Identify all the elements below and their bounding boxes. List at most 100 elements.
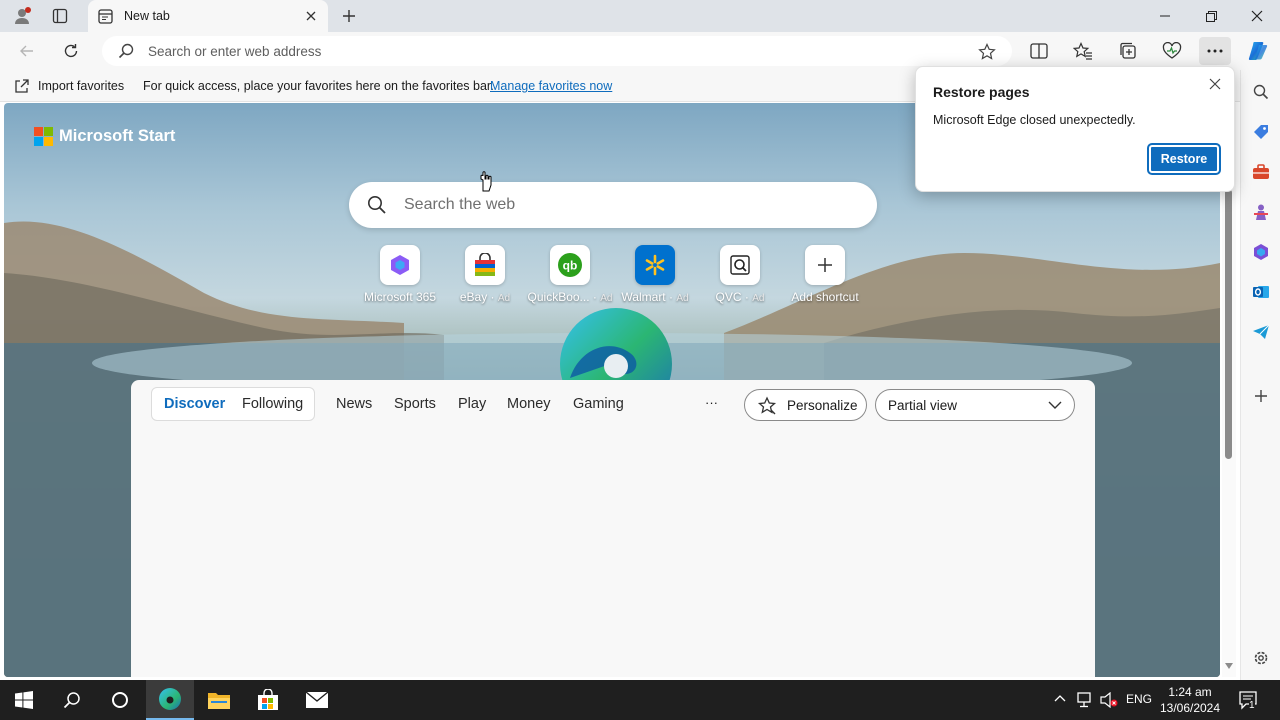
minimize-icon[interactable] xyxy=(1142,0,1188,32)
mail-icon[interactable] xyxy=(293,680,341,720)
shortcut-microsoft-365[interactable]: Microsoft 365 xyxy=(352,245,448,304)
taskbar-edge-icon[interactable] xyxy=(146,680,194,720)
file-explorer-icon[interactable] xyxy=(195,680,243,720)
network-icon[interactable] xyxy=(1076,692,1094,708)
shortcut-label: QVC xyxy=(715,290,742,304)
brand-name: Microsoft Start xyxy=(59,127,176,145)
tab-news[interactable]: News xyxy=(336,396,372,412)
notification-count-badge: 1 xyxy=(1249,700,1255,711)
sidebar-settings-gear-icon[interactable] xyxy=(1247,644,1275,672)
plus-icon xyxy=(805,245,845,285)
import-favorites-label: Import favorites xyxy=(38,79,125,93)
view-mode-value: Partial view xyxy=(888,398,958,413)
tab-gaming[interactable]: Gaming xyxy=(573,396,624,412)
search-icon xyxy=(118,43,134,59)
browser-essentials-icon[interactable] xyxy=(1156,37,1188,65)
cortana-icon[interactable] xyxy=(96,680,144,720)
mouse-cursor-icon xyxy=(478,171,494,193)
notifications-icon[interactable] xyxy=(1238,690,1258,710)
add-sidebar-app-icon[interactable] xyxy=(1247,382,1275,410)
qvc-icon xyxy=(720,245,760,285)
shortcut-label: Microsoft 365 xyxy=(363,290,437,304)
scrollbar-thumb[interactable] xyxy=(1225,189,1232,459)
microsoft-store-icon[interactable] xyxy=(244,680,292,720)
windows-taskbar: ENG 1:24 am 13/06/2024 1 xyxy=(0,680,1280,720)
language-indicator[interactable]: ENG xyxy=(1126,692,1152,706)
edge-sidebar xyxy=(1240,70,1280,680)
chevron-up-icon[interactable] xyxy=(1054,694,1066,702)
tab-title: New tab xyxy=(124,9,170,23)
tab-money[interactable]: Money xyxy=(507,396,551,412)
personalize-button[interactable]: Personalize xyxy=(744,389,867,421)
microsoft-logo-icon xyxy=(34,127,53,146)
tab-new-tab[interactable]: New tab xyxy=(88,0,328,32)
split-screen-icon[interactable] xyxy=(1023,37,1055,65)
import-favorites-button[interactable]: Import favorites xyxy=(14,78,124,94)
new-tab-icon xyxy=(98,9,113,24)
address-bar[interactable]: Search or enter web address xyxy=(102,36,1012,66)
copilot-icon[interactable] xyxy=(1242,37,1274,65)
send-telegram-icon[interactable] xyxy=(1247,318,1275,346)
shortcut-walmart[interactable]: Walmart · Ad xyxy=(607,245,703,304)
system-clock[interactable]: 1:24 am 13/06/2024 xyxy=(1158,684,1222,716)
tools-icon[interactable] xyxy=(1247,158,1275,186)
ad-badge: Ad xyxy=(497,293,511,304)
volume-muted-icon[interactable] xyxy=(1100,692,1118,708)
shopping-tag-icon[interactable] xyxy=(1247,118,1275,146)
favorites-icon[interactable] xyxy=(1067,37,1099,65)
tab-sports[interactable]: Sports xyxy=(394,396,436,412)
web-search-placeholder: Search the web xyxy=(404,196,516,213)
search-icon[interactable] xyxy=(1247,78,1275,106)
new-tab-button[interactable] xyxy=(335,4,363,28)
shortcut-quickbooks[interactable]: qb QuickBoo... · Ad xyxy=(522,245,618,304)
microsoft-start-logo[interactable]: Microsoft Start xyxy=(34,127,175,146)
web-search-box[interactable]: Search the web xyxy=(349,182,877,228)
close-window-icon[interactable] xyxy=(1234,0,1280,32)
back-icon[interactable] xyxy=(12,37,42,65)
import-icon xyxy=(14,78,30,94)
restore-window-icon[interactable] xyxy=(1188,0,1234,32)
ad-badge: Ad xyxy=(752,293,765,304)
shortcut-label: Walmart xyxy=(621,290,666,304)
news-feed-panel: Discover Following News Sports Play Mone… xyxy=(131,380,1095,677)
microsoft-365-icon[interactable] xyxy=(1247,238,1275,266)
tab-discover[interactable]: Discover xyxy=(164,396,225,412)
search-icon[interactable] xyxy=(48,680,96,720)
shortcut-label: QuickBoo... xyxy=(527,290,590,304)
tab-play[interactable]: Play xyxy=(458,396,486,412)
dialog-message: Microsoft Edge closed unexpectedly. xyxy=(933,113,1136,127)
close-icon[interactable] xyxy=(1206,75,1224,93)
outlook-icon[interactable] xyxy=(1247,278,1275,306)
edge-logo-icon xyxy=(560,308,672,380)
ebay-bag-icon xyxy=(465,245,505,285)
windows-start-icon[interactable] xyxy=(0,680,48,720)
collections-icon[interactable] xyxy=(1112,37,1144,65)
microsoft-365-icon xyxy=(380,245,420,285)
profile-icon[interactable] xyxy=(8,4,36,28)
shortcut-label: eBay xyxy=(459,290,488,304)
close-tab-icon[interactable] xyxy=(302,7,320,25)
manage-favorites-link[interactable]: Manage favorites now xyxy=(490,79,612,93)
clock-date: 13/06/2024 xyxy=(1159,701,1221,715)
shortcut-qvc[interactable]: QVC · Ad xyxy=(692,245,788,304)
scroll-down-arrow-icon[interactable] xyxy=(1225,663,1233,669)
shortcut-ebay[interactable]: eBay · Ad xyxy=(437,245,533,304)
tab-following[interactable]: Following xyxy=(242,396,303,412)
more-tabs-button[interactable]: ··· xyxy=(705,395,718,410)
shortcut-label: Add shortcut xyxy=(791,290,859,304)
toolbar: Search or enter web address xyxy=(0,32,1280,70)
view-mode-select[interactable]: Partial view xyxy=(875,389,1075,421)
feed-tab-group: Discover Following xyxy=(151,387,315,421)
restore-button[interactable]: Restore xyxy=(1147,143,1221,175)
clock-time: 1:24 am xyxy=(1168,685,1212,699)
refresh-icon[interactable] xyxy=(56,37,86,65)
search-icon xyxy=(367,195,387,215)
games-icon[interactable] xyxy=(1247,198,1275,226)
personalize-label: Personalize xyxy=(787,398,858,413)
dialog-title: Restore pages xyxy=(933,84,1030,100)
tab-actions-icon[interactable] xyxy=(46,4,74,28)
tab-strip: New tab xyxy=(0,0,1280,32)
add-favorite-star-icon[interactable] xyxy=(978,43,996,61)
settings-and-more-icon[interactable] xyxy=(1199,37,1231,65)
shortcut-add[interactable]: Add shortcut xyxy=(777,245,873,304)
